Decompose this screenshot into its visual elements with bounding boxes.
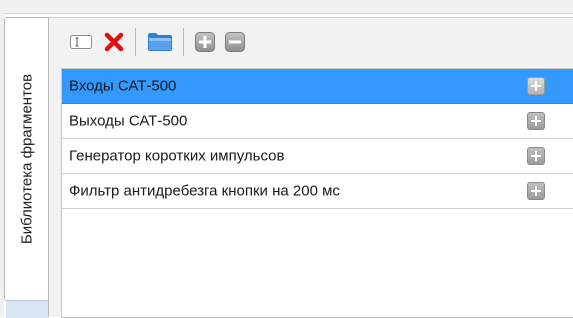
add-fragment-button[interactable] <box>527 77 545 95</box>
fragment-list: Входы САТ-500 Выходы САТ-500 Генератор к… <box>61 68 573 318</box>
delete-x-icon <box>104 32 124 52</box>
fragment-label: Генератор коротких импульсов <box>69 147 285 165</box>
fragment-library-window: Библиотека фрагментов Входы САТ-500 Выхо… <box>0 0 573 318</box>
add-fragment-button[interactable] <box>527 112 545 130</box>
fragment-label: Фильтр антидребезга кнопки на 200 мс <box>69 182 340 200</box>
list-item[interactable]: Входы САТ-500 <box>62 69 573 104</box>
expand-all-button[interactable] <box>193 30 217 54</box>
open-folder-button[interactable] <box>145 30 175 54</box>
rename-field-icon <box>70 35 92 49</box>
toolbar-separator <box>183 28 184 56</box>
add-fragment-button[interactable] <box>527 147 545 165</box>
add-fragment-button[interactable] <box>527 182 545 200</box>
toolbar-separator <box>135 28 136 56</box>
list-item[interactable]: Выходы САТ-500 <box>62 104 573 139</box>
top-strip <box>0 0 573 14</box>
list-item[interactable]: Фильтр антидребезга кнопки на 200 мс <box>62 174 573 209</box>
toolbar <box>49 18 573 68</box>
collapse-minus-icon <box>225 32 245 52</box>
tab-fragment-library-label: Библиотека фрагментов <box>18 73 35 245</box>
fragment-label: Выходы САТ-500 <box>69 112 188 130</box>
tab-fragment-library[interactable]: Библиотека фрагментов <box>4 17 48 301</box>
fragment-library-panel: Входы САТ-500 Выходы САТ-500 Генератор к… <box>48 17 573 318</box>
fragment-label: Входы САТ-500 <box>69 77 177 95</box>
delete-button[interactable] <box>101 30 127 54</box>
rename-button[interactable] <box>67 30 95 54</box>
collapse-all-button[interactable] <box>223 30 247 54</box>
next-tab-stub[interactable] <box>6 300 48 318</box>
list-item[interactable]: Генератор коротких импульсов <box>62 139 573 174</box>
folder-icon <box>148 33 172 51</box>
expand-plus-icon <box>195 32 215 52</box>
